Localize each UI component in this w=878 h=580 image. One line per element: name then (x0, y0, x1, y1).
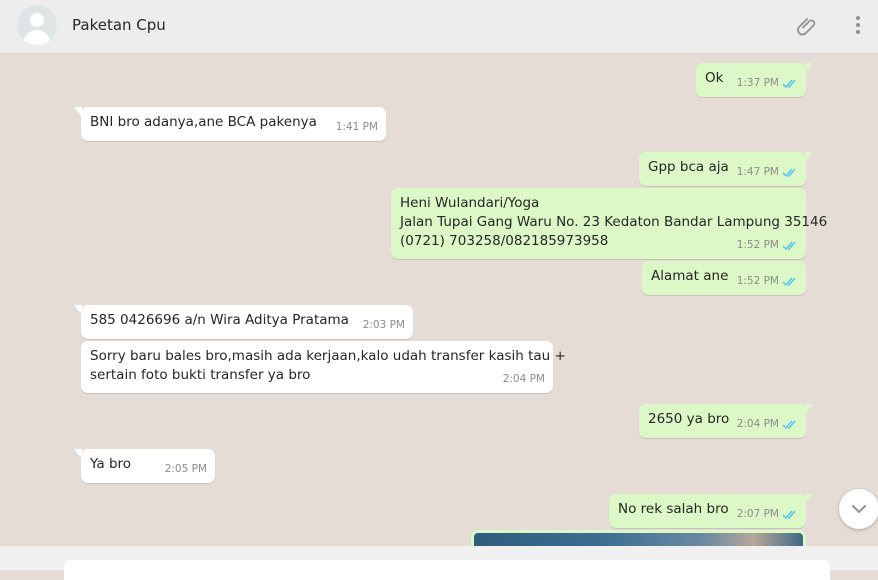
message-time: 1:52 PM (736, 239, 779, 251)
image-thumbnail[interactable] (474, 533, 803, 546)
message-outgoing[interactable]: Ok 1:37 PM (696, 63, 813, 97)
message-outgoing[interactable]: 2650 ya bro 2:04 PM (639, 404, 813, 438)
message-text-line: Heni Wulandari/Yoga (400, 195, 540, 211)
message-meta: 2:04 PM (503, 370, 545, 389)
message-meta: 1:52 PM (737, 272, 798, 291)
message-meta: 1:37 PM (737, 74, 798, 93)
message-text: BNI bro adanya,ane BCA pakenya (90, 114, 317, 130)
message-text-line: sertain foto bukti transfer ya bro (90, 367, 311, 383)
chevron-down-icon (852, 505, 866, 514)
message-text-line: Sorry baru bales bro,masih ada kerjaan,k… (90, 348, 566, 364)
bubble-tail (74, 305, 82, 315)
bubble-tail (805, 63, 813, 73)
message-outgoing[interactable]: No rek salah bro 2:07 PM (609, 494, 813, 528)
message-time: 1:47 PM (736, 166, 779, 178)
message-text: 585 0426696 a/n Wira Aditya Pratama (90, 312, 349, 328)
message-incoming[interactable]: Sorry baru bales bro,masih ada kerjaan,k… (81, 341, 566, 393)
chat-title[interactable]: Paketan Cpu (72, 16, 166, 34)
message-meta: 1:47 PM (737, 163, 798, 182)
message-outgoing[interactable]: Heni Wulandari/Yoga Jalan Tupai Gang War… (391, 188, 828, 259)
message-time: 2:04 PM (502, 373, 545, 385)
bubble-tail (805, 152, 813, 162)
scroll-down-button[interactable] (839, 489, 878, 529)
message-time: 1:37 PM (736, 77, 779, 89)
message-time: 2:04 PM (736, 418, 779, 430)
compose-bar (0, 546, 878, 580)
message-meta: 2:07 PM (737, 505, 798, 524)
message-incoming[interactable]: 585 0426696 a/n Wira Aditya Pratama 2:03… (74, 305, 413, 339)
paperclip-icon[interactable] (796, 14, 820, 38)
vertical-dots-icon[interactable] (848, 14, 868, 38)
message-meta: 2:04 PM (737, 415, 798, 434)
avatar-head-shape (30, 13, 44, 27)
message-text-line: Jalan Tupai Gang Waru No. 23 Kedaton Ban… (400, 214, 828, 230)
avatar[interactable] (17, 5, 57, 45)
message-time: 2:03 PM (362, 319, 405, 331)
double-check-icon (782, 241, 796, 251)
double-check-icon (782, 79, 796, 89)
message-input[interactable] (64, 560, 830, 580)
bubble-tail (805, 404, 813, 414)
message-time: 2:05 PM (164, 463, 207, 475)
image-message[interactable] (471, 530, 806, 546)
bubble-tail (74, 449, 82, 459)
double-check-icon (782, 510, 796, 520)
message-meta: 2:03 PM (363, 316, 405, 335)
message-outgoing[interactable]: Alamat ane 1:52 PM (642, 261, 806, 295)
double-check-icon (782, 168, 796, 178)
bubble-tail (74, 107, 82, 117)
message-meta: 1:41 PM (336, 118, 378, 137)
avatar-body-shape (23, 30, 51, 45)
message-incoming[interactable]: Ya bro 2:05 PM (74, 449, 215, 483)
message-meta: 1:52 PM (737, 236, 798, 255)
message-incoming[interactable]: BNI bro adanya,ane BCA pakenya 1:41 PM (74, 107, 386, 141)
message-time: 1:41 PM (335, 121, 378, 133)
message-time: 1:52 PM (736, 275, 779, 287)
bubble-tail (805, 494, 813, 504)
message-outgoing[interactable]: Gpp bca aja 1:47 PM (639, 152, 813, 186)
chat-header: Paketan Cpu (0, 0, 878, 54)
message-time: 2:07 PM (736, 508, 779, 520)
double-check-icon (782, 277, 796, 287)
chat-area[interactable]: Ok 1:37 PM BNI bro adanya,ane BCA pakeny… (0, 54, 878, 546)
message-meta: 2:05 PM (165, 460, 207, 479)
double-check-icon (782, 420, 796, 430)
